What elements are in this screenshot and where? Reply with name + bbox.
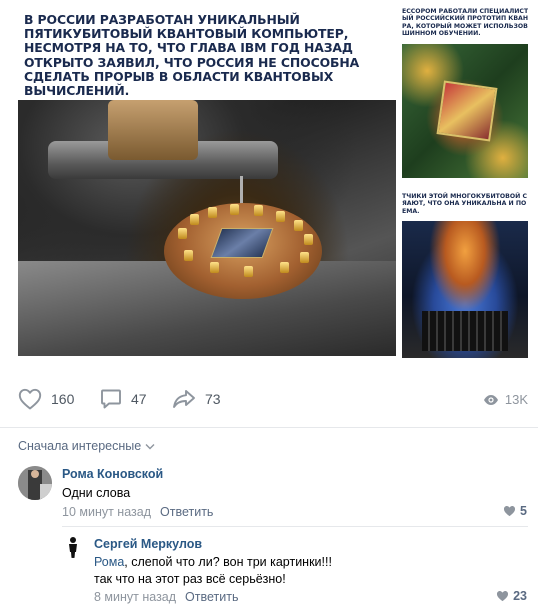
comment-count: 47 [131, 391, 147, 407]
divider [62, 526, 528, 527]
user-avatar-icon [18, 466, 52, 500]
views-counter: 13K [483, 392, 528, 407]
comment-button[interactable]: 47 [100, 388, 147, 410]
comment-time[interactable]: 10 минут назад [62, 505, 151, 519]
chevron-down-icon [145, 443, 155, 449]
eye-icon [483, 394, 498, 405]
avatar[interactable] [18, 466, 52, 500]
comment-author[interactable]: Сергей Меркулов [94, 537, 202, 551]
like-count: 160 [51, 391, 75, 407]
photo-arm-joint [108, 100, 198, 160]
comment-meta: 10 минут назад Ответить [62, 505, 213, 519]
like-button[interactable]: 160 [18, 388, 74, 410]
comment-text: Одни слова [62, 486, 131, 500]
side-top-caption: ЕССОРОМ РАБОТАЛИ СПЕЦИАЛИСТЫ МС ЫЙ РОССИ… [402, 6, 528, 38]
reply-button[interactable]: Ответить [160, 505, 213, 519]
side-photo-top[interactable]: ЕССОРОМ РАБОТАЛИ СПЕЦИАЛИСТЫ МС ЫЙ РОССИ… [402, 6, 528, 178]
side-top-image [402, 44, 528, 178]
sort-dropdown[interactable]: Сначала интересные [18, 439, 155, 453]
heart-icon [18, 388, 42, 410]
post-action-bar: 160 47 73 13K [0, 380, 538, 420]
post-photo-grid: В России разработан уникальный пятикубит… [18, 6, 528, 358]
share-icon [173, 390, 195, 408]
comment-like-button[interactable]: 23 [496, 589, 527, 603]
comment-like-count: 5 [520, 504, 527, 518]
main-photo[interactable]: В России разработан уникальный пятикубит… [18, 6, 396, 356]
photo-chip [210, 228, 274, 258]
user-avatar-icon [69, 537, 77, 558]
avatar[interactable] [62, 536, 84, 558]
comment-meta: 8 минут назад Ответить [94, 590, 238, 604]
comment-author[interactable]: Рома Коновской [62, 467, 163, 481]
divider [0, 427, 538, 428]
comment-icon [101, 389, 121, 409]
reply-button[interactable]: Ответить [185, 590, 238, 604]
comment-like-button[interactable]: 5 [503, 504, 527, 518]
heart-icon [504, 506, 516, 517]
sort-label: Сначала интересные [18, 439, 142, 453]
mention-link[interactable]: Рома [94, 555, 124, 569]
share-count: 73 [205, 391, 221, 407]
comment-text: Рома, слепой что ли? вон три картинки!!!… [94, 555, 332, 586]
share-button[interactable]: 73 [172, 388, 221, 410]
side-bottom-image [402, 221, 528, 358]
main-photo-caption: В России разработан уникальный пятикубит… [18, 6, 396, 100]
comment-like-count: 23 [513, 589, 527, 603]
heart-icon [497, 591, 509, 602]
views-count: 13K [504, 392, 528, 407]
comment-time[interactable]: 8 минут назад [94, 590, 176, 604]
side-photo-bottom[interactable]: ТЧИКИ ЭТОЙ МНОГОКУБИТОВОЙ С ЯАЮТ, ЧТО ОН… [402, 183, 528, 358]
side-bottom-caption: ТЧИКИ ЭТОЙ МНОГОКУБИТОВОЙ С ЯАЮТ, ЧТО ОН… [402, 191, 528, 216]
